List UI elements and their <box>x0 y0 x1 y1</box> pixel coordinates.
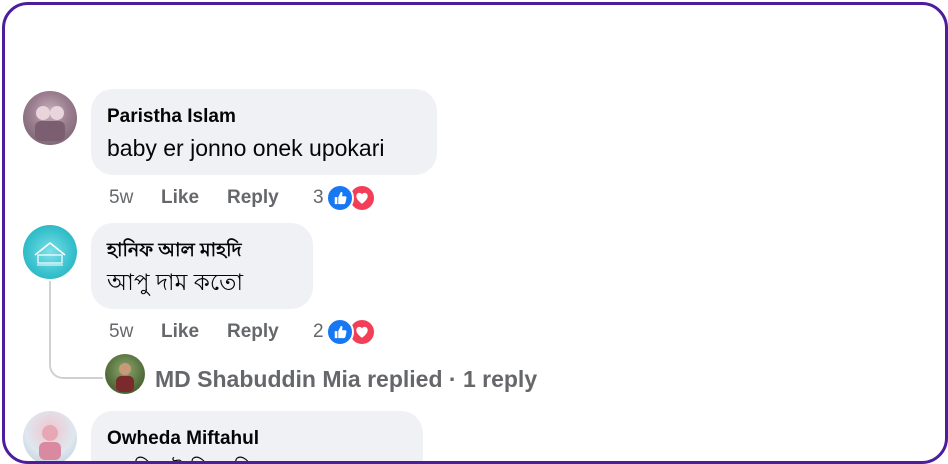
comment-timestamp[interactable]: 5w <box>109 187 161 209</box>
comment-bubble: হানিফ আল মাহদি আপু দাম কতো <box>91 223 313 309</box>
like-button[interactable]: Like <box>161 321 227 343</box>
reaction-count: 3 <box>313 187 324 208</box>
comment-text: baby er jonno onek upokari <box>107 135 385 161</box>
comment-timestamp[interactable]: 5w <box>109 321 161 343</box>
comment-bubble: Owheda Miftahul আমি দুই পিস নিবো দাম কত <box>91 411 423 461</box>
comment-thread-frame: Paristha Islam baby er jonno onek upokar… <box>2 2 948 464</box>
reply-button[interactable]: Reply <box>227 321 313 343</box>
comment-actions: 5w Like Reply 3 <box>109 183 376 213</box>
like-button[interactable]: Like <box>161 187 227 209</box>
reply-avatar[interactable] <box>105 354 145 394</box>
avatar[interactable] <box>23 225 77 279</box>
reactions-summary[interactable]: 3 <box>313 184 376 212</box>
like-reaction-icon <box>325 318 354 346</box>
reactions-summary[interactable]: 2 <box>313 318 376 346</box>
like-reaction-icon <box>325 184 354 212</box>
comment-author[interactable]: হানিফ আল মাহদি <box>107 239 297 263</box>
comment-author[interactable]: Paristha Islam <box>107 105 421 129</box>
avatar[interactable] <box>23 411 77 461</box>
reaction-count: 2 <box>313 321 324 342</box>
comment-text: আমি দুই পিস নিবো দাম কত <box>107 455 407 461</box>
comment-author[interactable]: Owheda Miftahul <box>107 427 407 451</box>
avatar[interactable] <box>23 91 77 145</box>
reply-thread-line <box>49 281 103 379</box>
reply-button[interactable]: Reply <box>227 187 313 209</box>
comment-text: আপু দাম কতো <box>107 269 244 295</box>
view-replies-link[interactable]: MD Shabuddin Mia replied · 1 reply <box>155 364 537 394</box>
comment-bubble: Paristha Islam baby er jonno onek upokar… <box>91 89 437 175</box>
comment-actions: 5w Like Reply 2 <box>109 317 376 347</box>
